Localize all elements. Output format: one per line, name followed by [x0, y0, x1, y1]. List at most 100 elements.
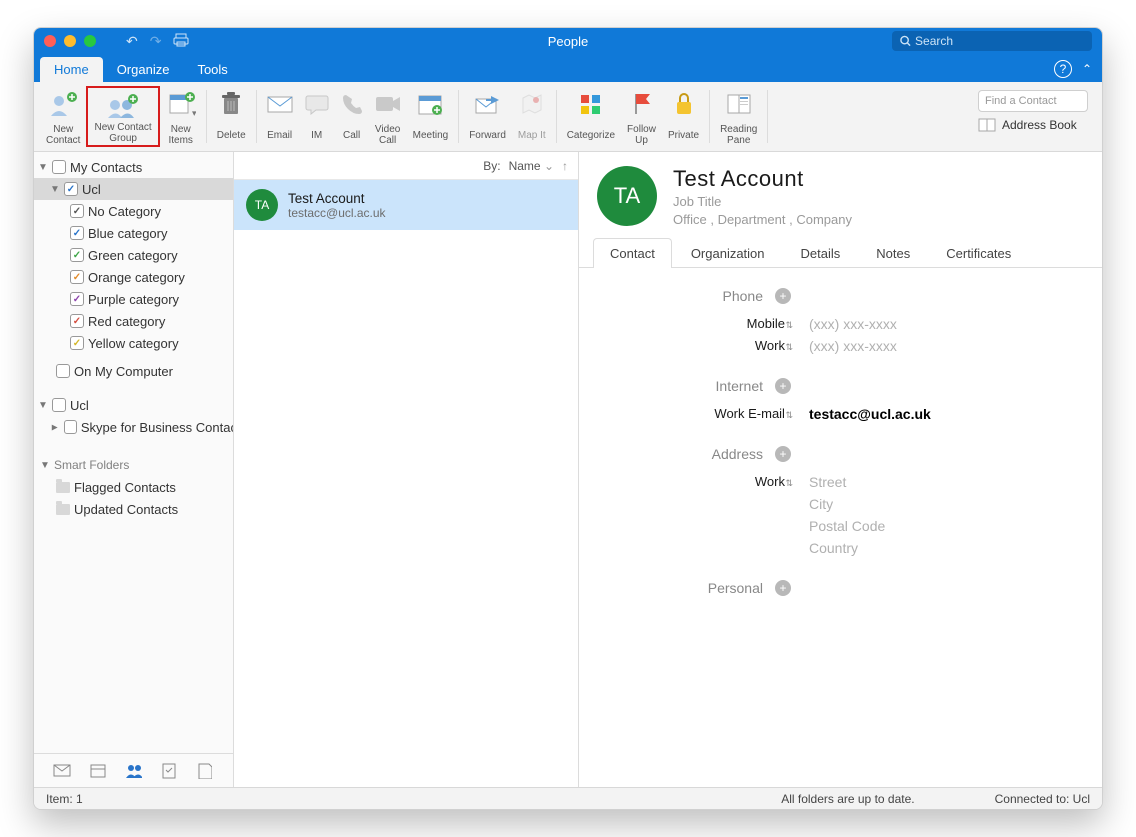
folder-icon — [56, 504, 70, 515]
org-line[interactable]: Office , Department , Company — [673, 212, 852, 227]
follow-up-button[interactable]: Follow Up — [621, 86, 662, 147]
postal-value[interactable]: Postal Code — [809, 518, 885, 534]
nav-on-my-computer[interactable]: On My Computer — [34, 360, 233, 382]
undo-icon[interactable]: ↶ — [126, 33, 138, 50]
search-icon — [900, 35, 911, 47]
section-personal: Personal — [708, 580, 763, 596]
ribbon: New Contact New Contact Group ▾ New Item… — [34, 82, 1102, 152]
map-it-button[interactable]: Map It — [512, 86, 552, 147]
mail-icon[interactable] — [53, 762, 71, 780]
avatar-large: TA — [597, 166, 657, 226]
private-button[interactable]: Private — [662, 86, 705, 147]
sort-bar[interactable]: By: Name ↑ — [234, 152, 578, 180]
section-internet: Internet — [716, 378, 763, 394]
detail-pane: TA Test Account Job Title Office , Depar… — [579, 152, 1102, 787]
tab-organization[interactable]: Organization — [674, 238, 782, 268]
sort-label: By: — [483, 159, 500, 173]
tab-home[interactable]: Home — [40, 57, 103, 82]
country-value[interactable]: Country — [809, 540, 858, 556]
calendar-icon[interactable] — [89, 762, 107, 780]
delete-button[interactable]: Delete — [211, 86, 252, 147]
nav-blue-category[interactable]: Blue category — [34, 222, 233, 244]
ribbon-tabs: Home Organize Tools ? ⌃ — [34, 54, 1102, 82]
city-value[interactable]: City — [809, 496, 833, 512]
new-contact-group-button[interactable]: New Contact Group — [86, 86, 159, 147]
notes-icon[interactable] — [196, 762, 214, 780]
nav-yellow-category[interactable]: Yellow category — [34, 332, 233, 354]
mobile-label[interactable]: Mobile — [747, 316, 791, 331]
add-personal-icon[interactable]: + — [775, 580, 791, 596]
nav-red-category[interactable]: Red category — [34, 310, 233, 332]
maximize-window-button[interactable] — [84, 35, 96, 47]
address-book-button[interactable]: Address Book — [978, 118, 1088, 132]
close-window-button[interactable] — [44, 35, 56, 47]
add-internet-icon[interactable]: + — [775, 378, 791, 394]
search-input[interactable] — [915, 34, 1084, 48]
work-phone-value[interactable]: (xxx) xxx-xxxx — [809, 338, 897, 354]
job-title-field[interactable]: Job Title — [673, 194, 852, 209]
categorize-button[interactable]: Categorize — [561, 86, 621, 147]
reading-pane-button[interactable]: Reading Pane — [714, 86, 763, 147]
help-icon[interactable]: ? — [1054, 60, 1072, 78]
video-call-button[interactable]: Video Call — [369, 86, 407, 147]
section-address: Address — [712, 446, 763, 462]
tasks-icon[interactable] — [160, 762, 178, 780]
contact-name-heading: Test Account — [673, 166, 852, 192]
status-sync: All folders are up to date. — [781, 792, 914, 806]
forward-button[interactable]: Forward — [463, 86, 512, 147]
nav-ucl-2[interactable]: ▼Ucl — [34, 394, 233, 416]
im-button[interactable]: IM — [299, 86, 335, 147]
find-contact-input[interactable]: Find a Contact — [978, 90, 1088, 112]
nav-orange-category[interactable]: Orange category — [34, 266, 233, 288]
mobile-value[interactable]: (xxx) xxx-xxxx — [809, 316, 897, 332]
street-value[interactable]: Street — [809, 474, 846, 490]
print-icon[interactable] — [173, 33, 189, 50]
tab-certificates[interactable]: Certificates — [929, 238, 1028, 268]
titlebar: ↶ ↷ People — [34, 28, 1102, 54]
tab-notes[interactable]: Notes — [859, 238, 927, 268]
new-items-button[interactable]: ▾ New Items — [160, 86, 202, 147]
tab-details[interactable]: Details — [784, 238, 858, 268]
nav-green-category[interactable]: Green category — [34, 244, 233, 266]
call-button[interactable]: Call — [335, 86, 369, 147]
tab-tools[interactable]: Tools — [183, 57, 241, 82]
work-phone-label[interactable]: Work — [755, 338, 791, 353]
tab-organize[interactable]: Organize — [103, 57, 184, 82]
work-email-label[interactable]: Work E-mail — [714, 406, 791, 421]
section-phone: Phone — [723, 288, 763, 304]
status-connection: Connected to: Ucl — [995, 792, 1090, 806]
sort-dropdown[interactable]: Name — [509, 159, 554, 173]
email-button[interactable]: Email — [261, 86, 299, 147]
status-bar: Item: 1 All folders are up to date. Conn… — [34, 787, 1102, 809]
add-address-icon[interactable]: + — [775, 446, 791, 462]
meeting-button[interactable]: Meeting — [407, 86, 455, 147]
nav-skype-contacts[interactable]: ▼Skype for Business Contacts — [34, 416, 233, 438]
work-email-value[interactable]: testacc@ucl.ac.uk — [809, 406, 931, 422]
tab-contact[interactable]: Contact — [593, 238, 672, 268]
new-contact-button[interactable]: New Contact — [40, 86, 86, 147]
nav-purple-category[interactable]: Purple category — [34, 288, 233, 310]
people-icon[interactable] — [124, 762, 142, 780]
nav-updated-contacts[interactable]: Updated Contacts — [34, 498, 233, 520]
redo-icon[interactable]: ↷ — [150, 33, 162, 50]
nav-my-contacts[interactable]: ▼My Contacts — [34, 156, 233, 178]
contact-email: testacc@ucl.ac.uk — [288, 206, 386, 220]
folder-icon — [56, 482, 70, 493]
addr-work-label[interactable]: Work — [755, 474, 791, 489]
contact-name: Test Account — [288, 191, 386, 206]
search-field[interactable] — [892, 31, 1092, 51]
nav-ucl[interactable]: ▼Ucl — [34, 178, 233, 200]
nav-smart-folders-header[interactable]: ▼Smart Folders — [34, 454, 233, 476]
avatar: TA — [246, 189, 278, 221]
sort-direction-icon[interactable]: ↑ — [562, 159, 568, 173]
address-book-icon — [978, 118, 996, 132]
minimize-window-button[interactable] — [64, 35, 76, 47]
detail-tabs: Contact Organization Details Notes Certi… — [579, 237, 1102, 268]
contact-list-pane: By: Name ↑ TA Test Account testacc@ucl.a… — [234, 152, 579, 787]
add-phone-icon[interactable]: + — [775, 288, 791, 304]
nav-no-category[interactable]: No Category — [34, 200, 233, 222]
nav-flagged-contacts[interactable]: Flagged Contacts — [34, 476, 233, 498]
window-title: People — [548, 34, 588, 49]
contact-list-item[interactable]: TA Test Account testacc@ucl.ac.uk — [234, 180, 578, 230]
collapse-ribbon-icon[interactable]: ⌃ — [1082, 62, 1092, 76]
